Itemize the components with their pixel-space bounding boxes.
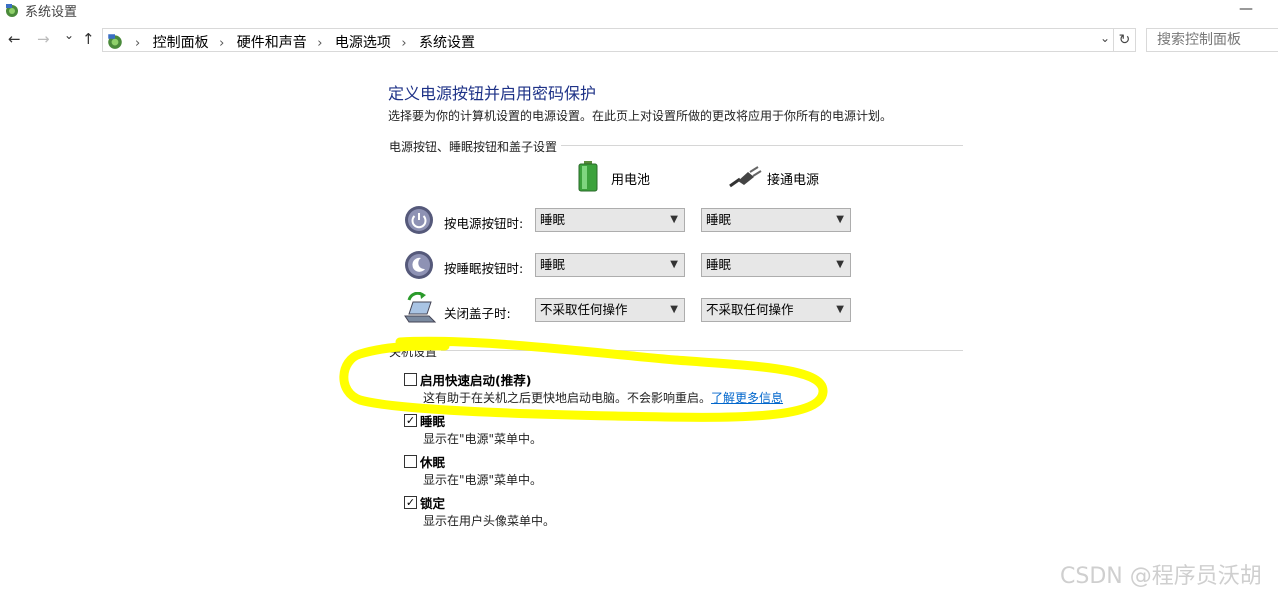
breadcrumb-system-settings[interactable]: 系统设置 (419, 32, 475, 52)
chevron-down-icon: ▼ (670, 259, 678, 270)
select-value: 不采取任何操作 (540, 302, 628, 317)
power-plug-icon (729, 166, 762, 188)
breadcrumb-hardware-sound[interactable]: 硬件和声音 (237, 32, 307, 52)
minimize-button[interactable]: — (1239, 1, 1253, 17)
chevron-down-icon: ▼ (836, 259, 844, 270)
lid-close-label: 关闭盖子时: (444, 306, 511, 321)
sleep-button-label: 按睡眠按钮时: (444, 261, 524, 276)
lock-checkbox[interactable]: ✓ (404, 496, 417, 509)
breadcrumb-separator: › (317, 36, 323, 51)
power-button-battery-select[interactable]: 睡眠 ▼ (535, 208, 685, 232)
watermark: CSDN @程序员沃胡 (1060, 564, 1262, 589)
plugged-in-column-label: 接通电源 (767, 173, 820, 188)
power-button-plugged-select[interactable]: 睡眠 ▼ (701, 208, 851, 232)
breadcrumb-control-panel[interactable]: 控制面板 (153, 32, 209, 52)
power-buttons-group-label: 电源按钮、睡眠按钮和盖子设置 (389, 138, 562, 155)
breadcrumb-power-options[interactable]: 电源选项 (335, 32, 391, 52)
control-panel-icon (108, 34, 122, 49)
sleep-button-icon (405, 251, 433, 279)
window-title: 系统设置 (25, 5, 78, 20)
chevron-down-icon: ▼ (670, 214, 678, 225)
address-bar[interactable]: › 控制面板 › 硬件和声音 › 电源选项 › 系统设置 ⌄ (102, 28, 1114, 52)
select-value: 睡眠 (540, 257, 566, 272)
up-button[interactable]: ↑ (82, 30, 95, 48)
chevron-down-icon: ▼ (836, 214, 844, 225)
lid-close-battery-select[interactable]: 不采取任何操作 ▼ (535, 298, 685, 322)
power-button-label: 按电源按钮时: (444, 216, 524, 231)
breadcrumb-separator: › (401, 36, 407, 51)
lid-close-plugged-select[interactable]: 不采取任何操作 ▼ (701, 298, 851, 322)
hibernate-option-description: 显示在"电源"菜单中。 (423, 473, 543, 487)
refresh-button[interactable]: ↻ (1114, 28, 1136, 52)
chevron-down-icon: ▼ (836, 304, 844, 315)
battery-icon (578, 161, 598, 192)
breadcrumb-separator: › (135, 36, 141, 51)
lock-option-description: 显示在用户头像菜单中。 (423, 514, 556, 528)
sleep-button-plugged-select[interactable]: 睡眠 ▼ (701, 253, 851, 277)
forward-button[interactable]: → (37, 30, 50, 48)
page-title: 定义电源按钮并启用密码保护 (388, 84, 597, 103)
recent-locations-button[interactable]: ⌄ (64, 28, 74, 42)
select-value: 不采取任何操作 (706, 302, 794, 317)
sleep-button-battery-select[interactable]: 睡眠 ▼ (535, 253, 685, 277)
select-value: 睡眠 (540, 212, 566, 227)
battery-column-label: 用电池 (611, 173, 651, 188)
navigation-bar: ← → ⌄ ↑ › 控制面板 › 硬件和声音 › 电源选项 › 系统设置 ⌄ ↻… (0, 26, 1278, 56)
title-bar: 系统设置 — (0, 0, 1278, 22)
address-dropdown-button[interactable]: ⌄ (1100, 31, 1110, 45)
laptop-lid-icon (404, 292, 437, 323)
page-description: 选择要为你的计算机设置的电源设置。在此页上对设置所做的更改将应用于你所有的电源计… (388, 109, 893, 123)
sleep-option-description: 显示在"电源"菜单中。 (423, 432, 543, 446)
hibernate-option-label[interactable]: 休眠 (420, 452, 445, 471)
chevron-down-icon: ▼ (670, 304, 678, 315)
hibernate-checkbox[interactable] (404, 455, 417, 468)
breadcrumb: › 控制面板 › 硬件和声音 › 电源选项 › 系统设置 (129, 32, 475, 52)
breadcrumb-separator: › (219, 36, 225, 51)
search-input[interactable]: 搜索控制面板 (1146, 28, 1278, 52)
back-button[interactable]: ← (8, 30, 21, 48)
select-value: 睡眠 (706, 257, 732, 272)
lock-option-label[interactable]: 锁定 (420, 493, 445, 512)
select-value: 睡眠 (706, 212, 732, 227)
control-panel-icon (6, 4, 18, 17)
highlight-annotation (339, 336, 828, 422)
power-button-icon (405, 206, 433, 234)
